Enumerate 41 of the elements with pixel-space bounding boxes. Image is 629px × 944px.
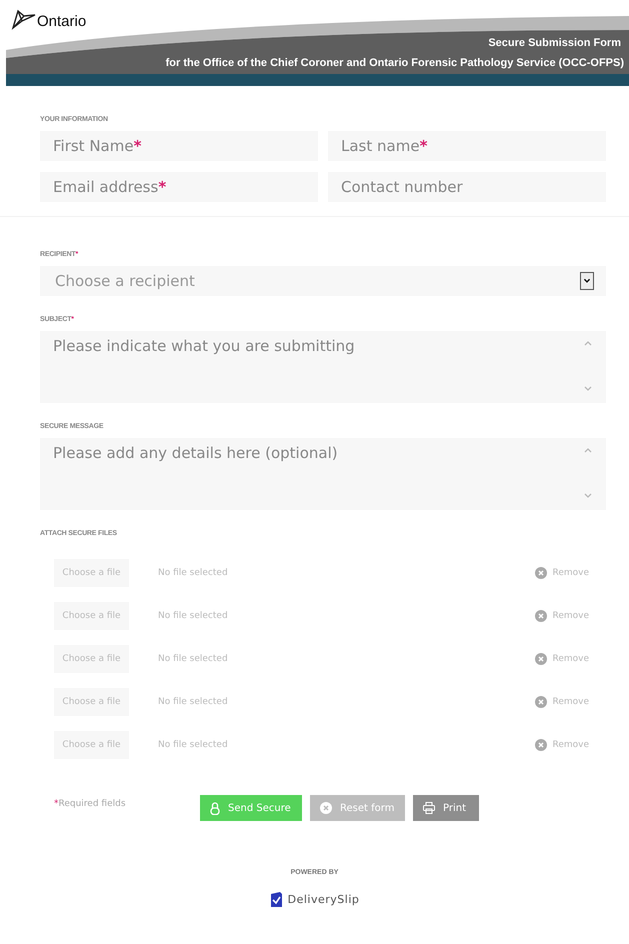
close-icon — [320, 802, 332, 814]
input-field[interactable]: Contact number — [328, 172, 606, 202]
text-area[interactable]: Please add any details here (optional) — [40, 438, 606, 510]
trillium-icon — [10, 8, 36, 30]
checkmark-logo-icon — [270, 892, 283, 907]
file-status: No file selected — [158, 740, 228, 750]
reset-button[interactable]: Reset form — [310, 795, 405, 821]
brand-name: DeliverySlip — [288, 893, 360, 906]
choose-file-button[interactable]: Choose a file — [54, 602, 129, 630]
remove-icon — [535, 739, 548, 751]
remove-icon — [535, 653, 548, 665]
remove-button[interactable]: Remove — [535, 653, 589, 665]
remove-icon — [535, 696, 548, 708]
form-title: Secure Submission Form — [488, 37, 621, 49]
lock-icon — [210, 802, 220, 814]
remove-button[interactable]: Remove — [535, 567, 589, 579]
remove-button[interactable]: Remove — [535, 739, 589, 751]
ontario-logo-text: Ontario — [37, 13, 86, 30]
choose-file-button[interactable]: Choose a file — [54, 559, 129, 587]
send-button[interactable]: Send Secure — [200, 795, 302, 821]
form-subtitle: for the Office of the Chief Coroner and Ontario Forensic Pathology Service (OCC-OFPS) — [166, 57, 624, 69]
input-field[interactable]: Email address* — [40, 172, 318, 202]
remove-icon — [535, 567, 548, 579]
print-button[interactable]: Print — [413, 795, 479, 821]
printer-icon — [423, 802, 435, 814]
file-status: No file selected — [158, 654, 228, 664]
choose-file-button[interactable]: Choose a file — [54, 688, 129, 716]
remove-button[interactable]: Remove — [535, 696, 589, 708]
choose-file-button[interactable]: Choose a file — [54, 645, 129, 673]
remove-button[interactable]: Remove — [535, 610, 589, 622]
choose-file-button[interactable]: Choose a file — [54, 731, 129, 759]
input-field[interactable]: First Name* — [40, 131, 318, 161]
file-status: No file selected — [158, 611, 228, 621]
text-area[interactable]: Please indicate what you are submitting — [40, 331, 606, 403]
required-note: *Required fields — [54, 798, 127, 809]
input-field[interactable]: Last name* — [328, 131, 606, 161]
remove-icon — [535, 610, 548, 622]
file-status: No file selected — [158, 697, 228, 707]
file-status: No file selected — [158, 568, 228, 578]
recipient-dropdown[interactable]: Choose a recipient — [40, 266, 606, 296]
caret-icon — [580, 272, 594, 290]
